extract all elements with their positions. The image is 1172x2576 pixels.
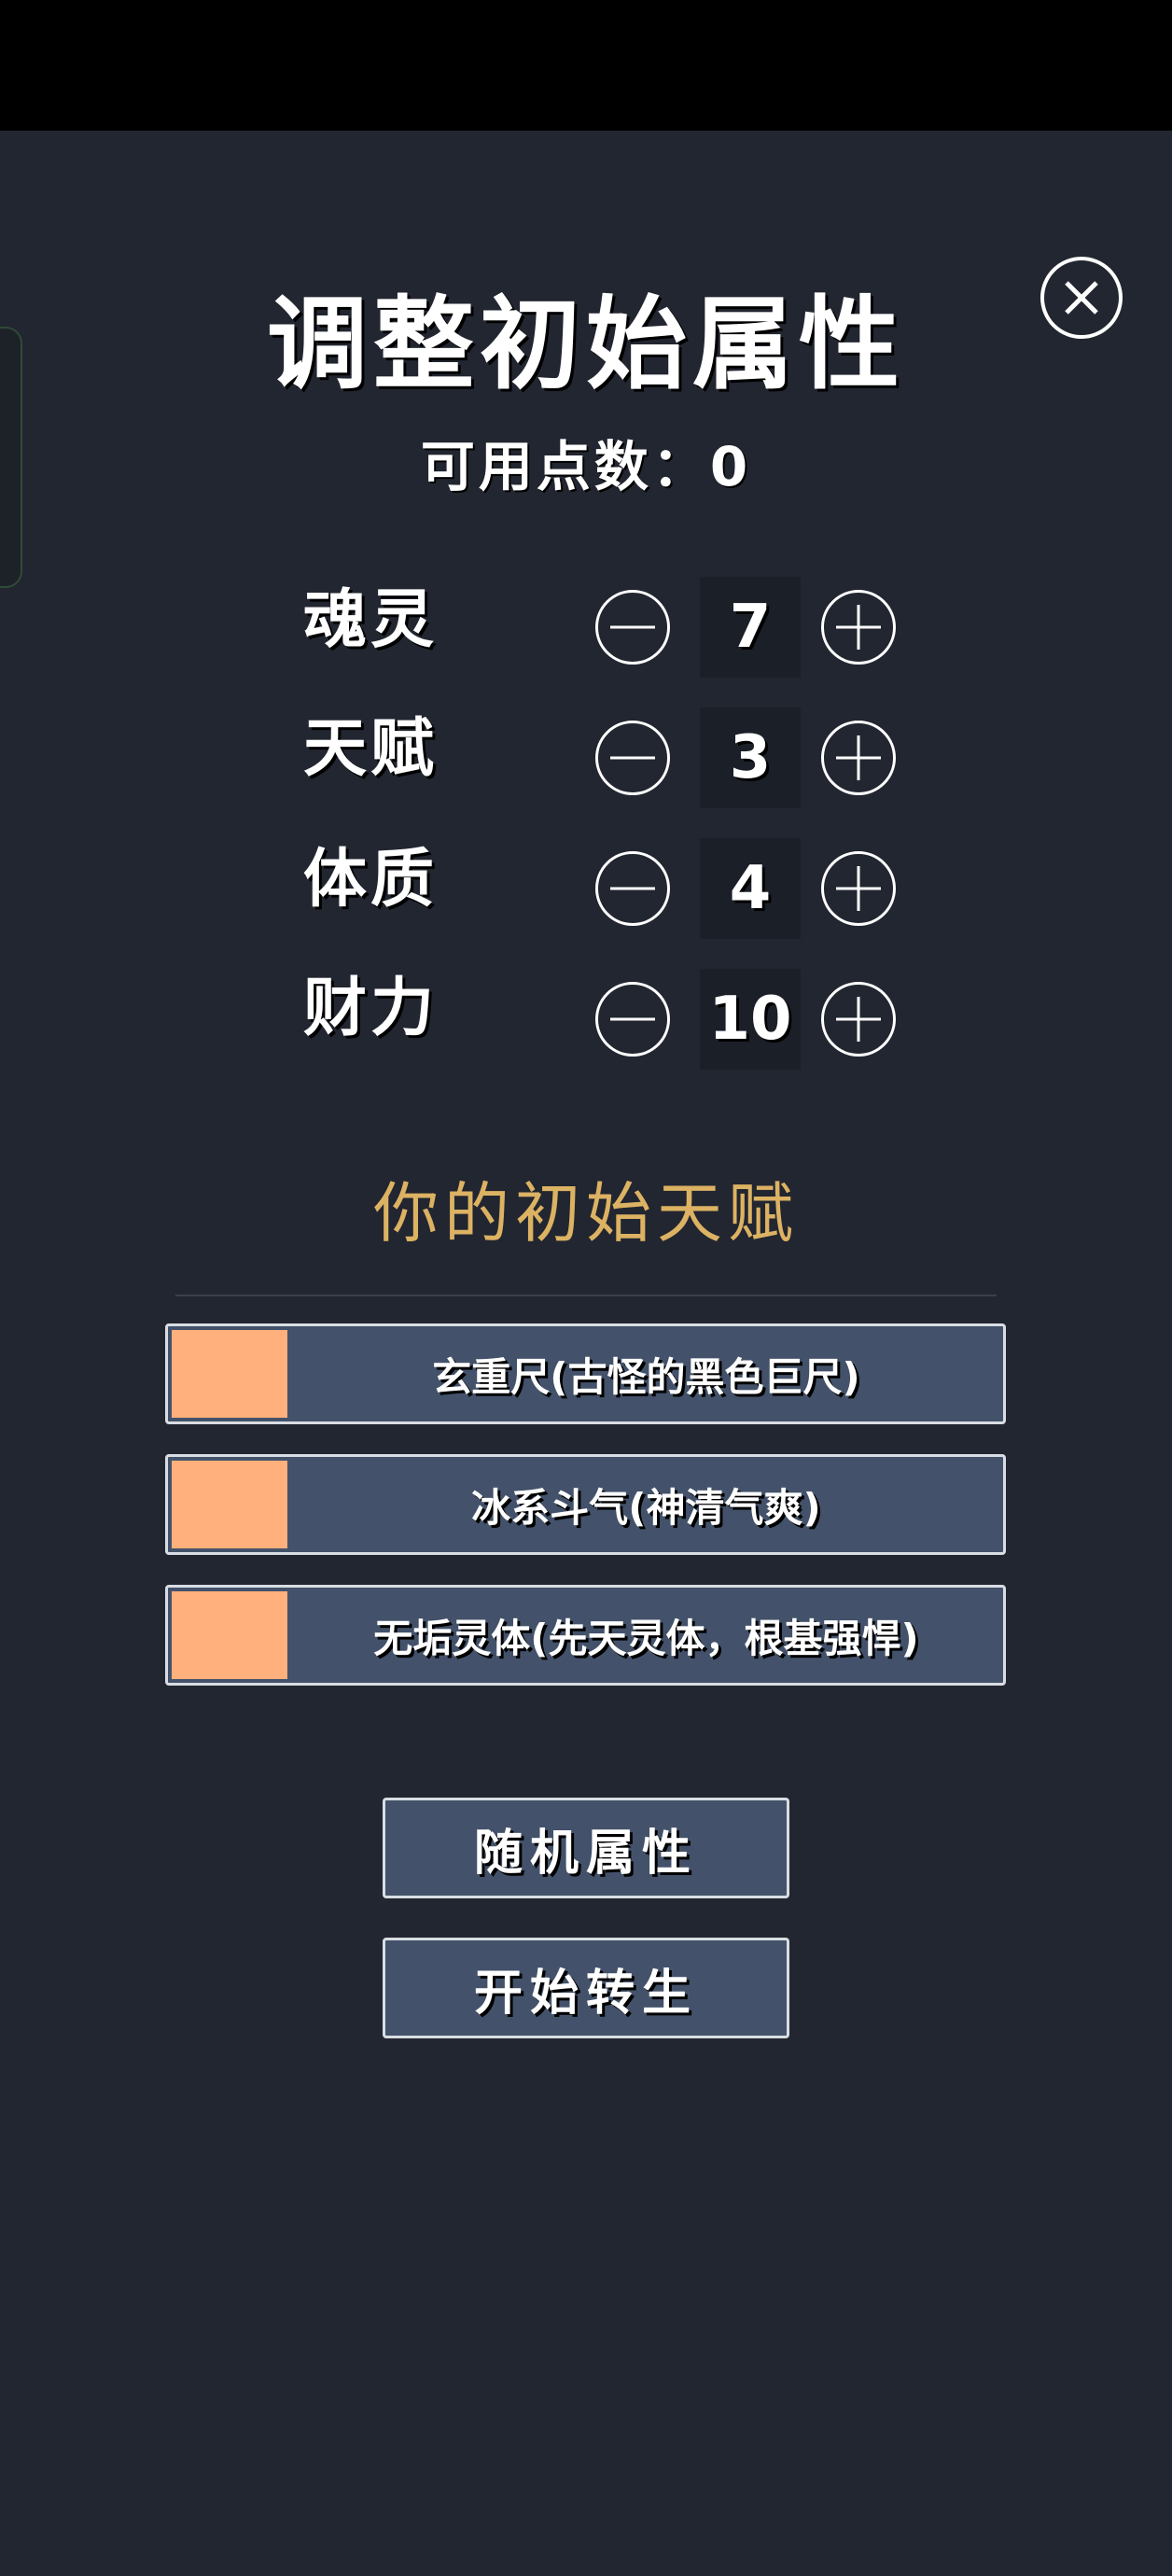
attribute-label-talent: 天赋 — [303, 712, 439, 786]
talent-rarity-swatch — [172, 1330, 287, 1418]
soul-decrease-button[interactable] — [595, 590, 670, 665]
talent-rarity-swatch — [172, 1461, 287, 1548]
attribute-label-soul: 魂灵 — [303, 583, 439, 657]
minus-icon — [610, 887, 655, 890]
constitution-decrease-button[interactable] — [595, 851, 670, 926]
attribute-label-wealth: 财力 — [303, 972, 439, 1045]
talent-decrease-button[interactable] — [595, 721, 670, 795]
plus-icon — [836, 605, 881, 650]
minus-icon — [610, 1017, 655, 1021]
minus-icon — [610, 625, 655, 629]
wealth-value: 10 — [700, 969, 801, 1070]
random-attributes-button[interactable]: 随机属性 — [383, 1798, 789, 1898]
talent-card[interactable]: 冰系斗气(神清气爽) — [165, 1454, 1006, 1555]
talent-card[interactable]: 无垢灵体(先天灵体，根基强悍) — [165, 1585, 1006, 1686]
talent-value: 3 — [700, 707, 801, 808]
plus-icon — [836, 735, 881, 780]
plus-icon — [836, 866, 881, 911]
available-points-value: 0 — [709, 435, 752, 498]
talent-card[interactable]: 玄重尺(古怪的黑色巨尺) — [165, 1323, 1006, 1424]
available-points-label: 可用点数： — [420, 435, 710, 498]
constitution-value: 4 — [700, 838, 801, 939]
talent-increase-button[interactable] — [821, 721, 896, 795]
soul-value: 7 — [700, 577, 801, 678]
talent-text: 玄重尺(古怪的黑色巨尺) — [432, 1353, 860, 1400]
plus-icon — [836, 997, 881, 1042]
start-rebirth-button[interactable]: 开始转生 — [383, 1938, 789, 2038]
talent-text: 冰系斗气(神清气爽) — [471, 1484, 821, 1531]
status-bar — [0, 0, 1172, 131]
wealth-decrease-button[interactable] — [595, 982, 670, 1057]
talent-rarity-swatch — [172, 1591, 287, 1679]
soul-increase-button[interactable] — [821, 590, 896, 665]
constitution-increase-button[interactable] — [821, 851, 896, 926]
attribute-label-constitution: 体质 — [303, 843, 439, 917]
wealth-increase-button[interactable] — [821, 982, 896, 1057]
talent-text: 无垢灵体(先天灵体，根基强悍) — [373, 1615, 919, 1661]
minus-icon — [610, 756, 655, 760]
available-points: 可用点数：0 — [0, 429, 1172, 504]
page-title: 调整初始属性 — [266, 287, 905, 403]
initial-talents-heading: 你的初始天赋 — [373, 1175, 799, 1252]
divider — [175, 1295, 997, 1296]
